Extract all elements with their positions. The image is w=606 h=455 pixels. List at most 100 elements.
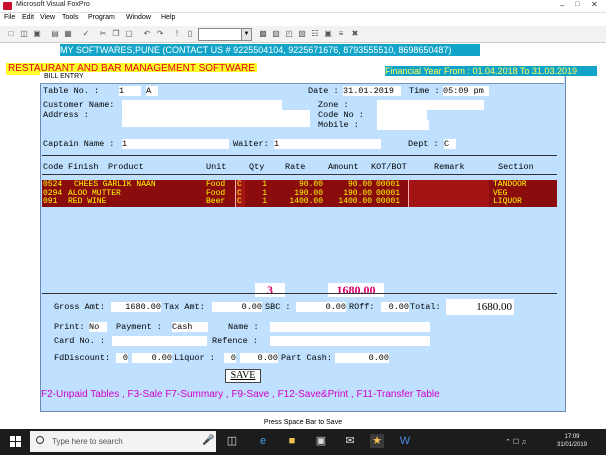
payment-field[interactable]: Cash <box>172 322 208 332</box>
menu-program[interactable]: Program <box>88 14 115 21</box>
col-header-section[interactable]: Section <box>498 162 534 172</box>
col-header-amount[interactable]: Amount <box>328 162 359 172</box>
dialog-title: BILL ENTRY <box>44 73 84 80</box>
table-no-input[interactable]: 1 <box>119 86 141 96</box>
date-input[interactable]: 31.01.2019 <box>343 86 401 96</box>
sbc-field[interactable]: 0.00 <box>296 302 346 312</box>
spell-check-icon[interactable]: ✓ <box>81 29 91 39</box>
undo-icon[interactable]: ↶ <box>142 29 152 39</box>
row-flag: C <box>237 197 242 206</box>
print-field[interactable]: No <box>89 322 107 332</box>
table-suffix-input[interactable]: A <box>146 86 158 96</box>
modify-form-icon[interactable]: ▯ <box>185 29 195 39</box>
menu-file[interactable]: File <box>4 14 15 21</box>
zone-input[interactable] <box>377 100 484 110</box>
row-unit: Beer <box>206 197 226 206</box>
menu-window[interactable]: Window <box>126 14 151 21</box>
chevron-down-icon[interactable]: ▼ <box>241 29 251 40</box>
microphone-icon[interactable]: 🎤 <box>202 435 214 446</box>
mail-icon[interactable]: ✉ <box>343 434 357 448</box>
code-no-input[interactable] <box>377 110 427 120</box>
foxpro-app-icon <box>3 2 12 10</box>
roff-field[interactable]: 0.00 <box>381 302 409 312</box>
store-icon[interactable]: ▣ <box>314 434 328 448</box>
copy-icon[interactable]: ❐ <box>111 29 121 39</box>
report-wizard-icon[interactable]: ☷ <box>310 29 320 39</box>
taskbar-search-box[interactable]: Type here to search 🎤 <box>30 431 216 452</box>
time-input[interactable]: 05:09 pm <box>443 86 489 96</box>
save-button[interactable]: SAVE <box>225 369 261 383</box>
fd-discount-field[interactable]: 0.00 <box>132 353 172 363</box>
new-file-icon[interactable]: □ <box>6 29 16 39</box>
system-tray-icons[interactable]: ⌃ ☐ ♫ <box>505 438 526 446</box>
form-wizard-icon[interactable]: ▨ <box>297 29 307 39</box>
liquor-pct-field[interactable]: 0 <box>224 353 236 363</box>
gross-amt-field[interactable]: 1680.00 <box>111 302 161 312</box>
print-preview-icon[interactable]: ▦ <box>63 29 73 39</box>
tax-amt-field[interactable]: 0.00 <box>212 302 262 312</box>
customer-name-input[interactable] <box>122 100 282 110</box>
data-session-icon[interactable]: ▧ <box>271 29 281 39</box>
open-folder-icon[interactable]: ◫ <box>19 29 29 39</box>
save-disk-icon[interactable]: ▣ <box>32 29 42 39</box>
file-explorer-icon[interactable]: ■ <box>285 434 299 448</box>
command-window-icon[interactable]: ▩ <box>258 29 268 39</box>
payment-label: Payment : <box>116 322 162 332</box>
address-input[interactable] <box>122 110 310 127</box>
refence-field[interactable] <box>270 336 430 346</box>
address-label: Address : <box>43 110 89 120</box>
close-icon[interactable]: ✕ <box>591 0 598 9</box>
code-icon[interactable]: ≡ <box>336 29 346 39</box>
row-code: 091 <box>43 197 58 206</box>
clock-time: 17:09 <box>564 434 580 440</box>
minimize-icon[interactable]: – <box>560 1 564 10</box>
menu-help[interactable]: Help <box>161 14 175 21</box>
col-header-rate[interactable]: Rate <box>285 162 305 172</box>
tools-icon[interactable]: ✖ <box>350 29 360 39</box>
windows-start-icon[interactable] <box>10 436 22 448</box>
name-label: Name : <box>228 322 259 332</box>
menu-tools[interactable]: Tools <box>62 14 78 21</box>
col-header-qty[interactable]: Qty <box>249 162 264 172</box>
window-title-bar: Microsoft Visual FoxPro – □ ✕ <box>0 0 606 13</box>
captain-name-input[interactable]: 1 <box>122 139 229 149</box>
paste-icon[interactable]: ▢ <box>124 29 134 39</box>
dept-input[interactable]: C <box>444 139 456 149</box>
menu-edit[interactable]: Edit <box>22 14 34 21</box>
foxpro-taskbar-icon[interactable]: ★ <box>370 434 384 448</box>
col-header-remark[interactable]: Remark <box>434 162 465 172</box>
part-cash-field[interactable]: 0.00 <box>335 353 389 363</box>
col-header-finish[interactable]: Finish <box>68 162 99 172</box>
grid-footer-divider <box>42 293 557 294</box>
refence-label: Refence : <box>212 336 258 346</box>
task-view-icon[interactable]: ◫ <box>225 434 239 448</box>
col-header-product[interactable]: Product <box>108 162 144 172</box>
menu-view[interactable]: View <box>40 14 55 21</box>
print-label: Print: <box>54 322 85 332</box>
maximize-icon[interactable]: □ <box>575 1 579 8</box>
total-amount: 1680.00 <box>328 283 384 297</box>
print-icon[interactable]: ▤ <box>50 29 60 39</box>
col-header-code[interactable]: Code <box>43 162 63 172</box>
col-header-kot-bot[interactable]: KOT/BOT <box>371 162 407 172</box>
taskbar-clock[interactable]: 17:09 31/01/2019 <box>547 433 597 449</box>
mobile-input[interactable] <box>377 120 429 130</box>
col-header-unit[interactable]: Unit <box>206 162 226 172</box>
fd-discount-pct-field[interactable]: 0 <box>116 353 128 363</box>
word-icon[interactable]: W <box>398 434 412 448</box>
database-icon[interactable]: ◰ <box>284 29 294 39</box>
toolbar-combo[interactable]: ▼ <box>198 28 252 41</box>
waiter-input[interactable]: 1 <box>274 139 381 149</box>
card-no-field[interactable] <box>112 336 207 346</box>
roff-label: ROff: <box>349 302 375 312</box>
cut-icon[interactable]: ✂ <box>98 29 108 39</box>
liquor-field[interactable]: 0.00 <box>240 353 278 363</box>
mobile-label: Mobile : <box>318 120 359 130</box>
search-placeholder: Type here to search <box>52 437 123 446</box>
edge-browser-icon[interactable]: e <box>256 434 270 448</box>
name-field[interactable] <box>270 322 430 332</box>
run-icon[interactable]: ! <box>172 29 182 39</box>
waiter-label: Waiter: <box>233 139 269 149</box>
redo-icon[interactable]: ↷ <box>155 29 165 39</box>
chart-icon[interactable]: ▣ <box>323 29 333 39</box>
